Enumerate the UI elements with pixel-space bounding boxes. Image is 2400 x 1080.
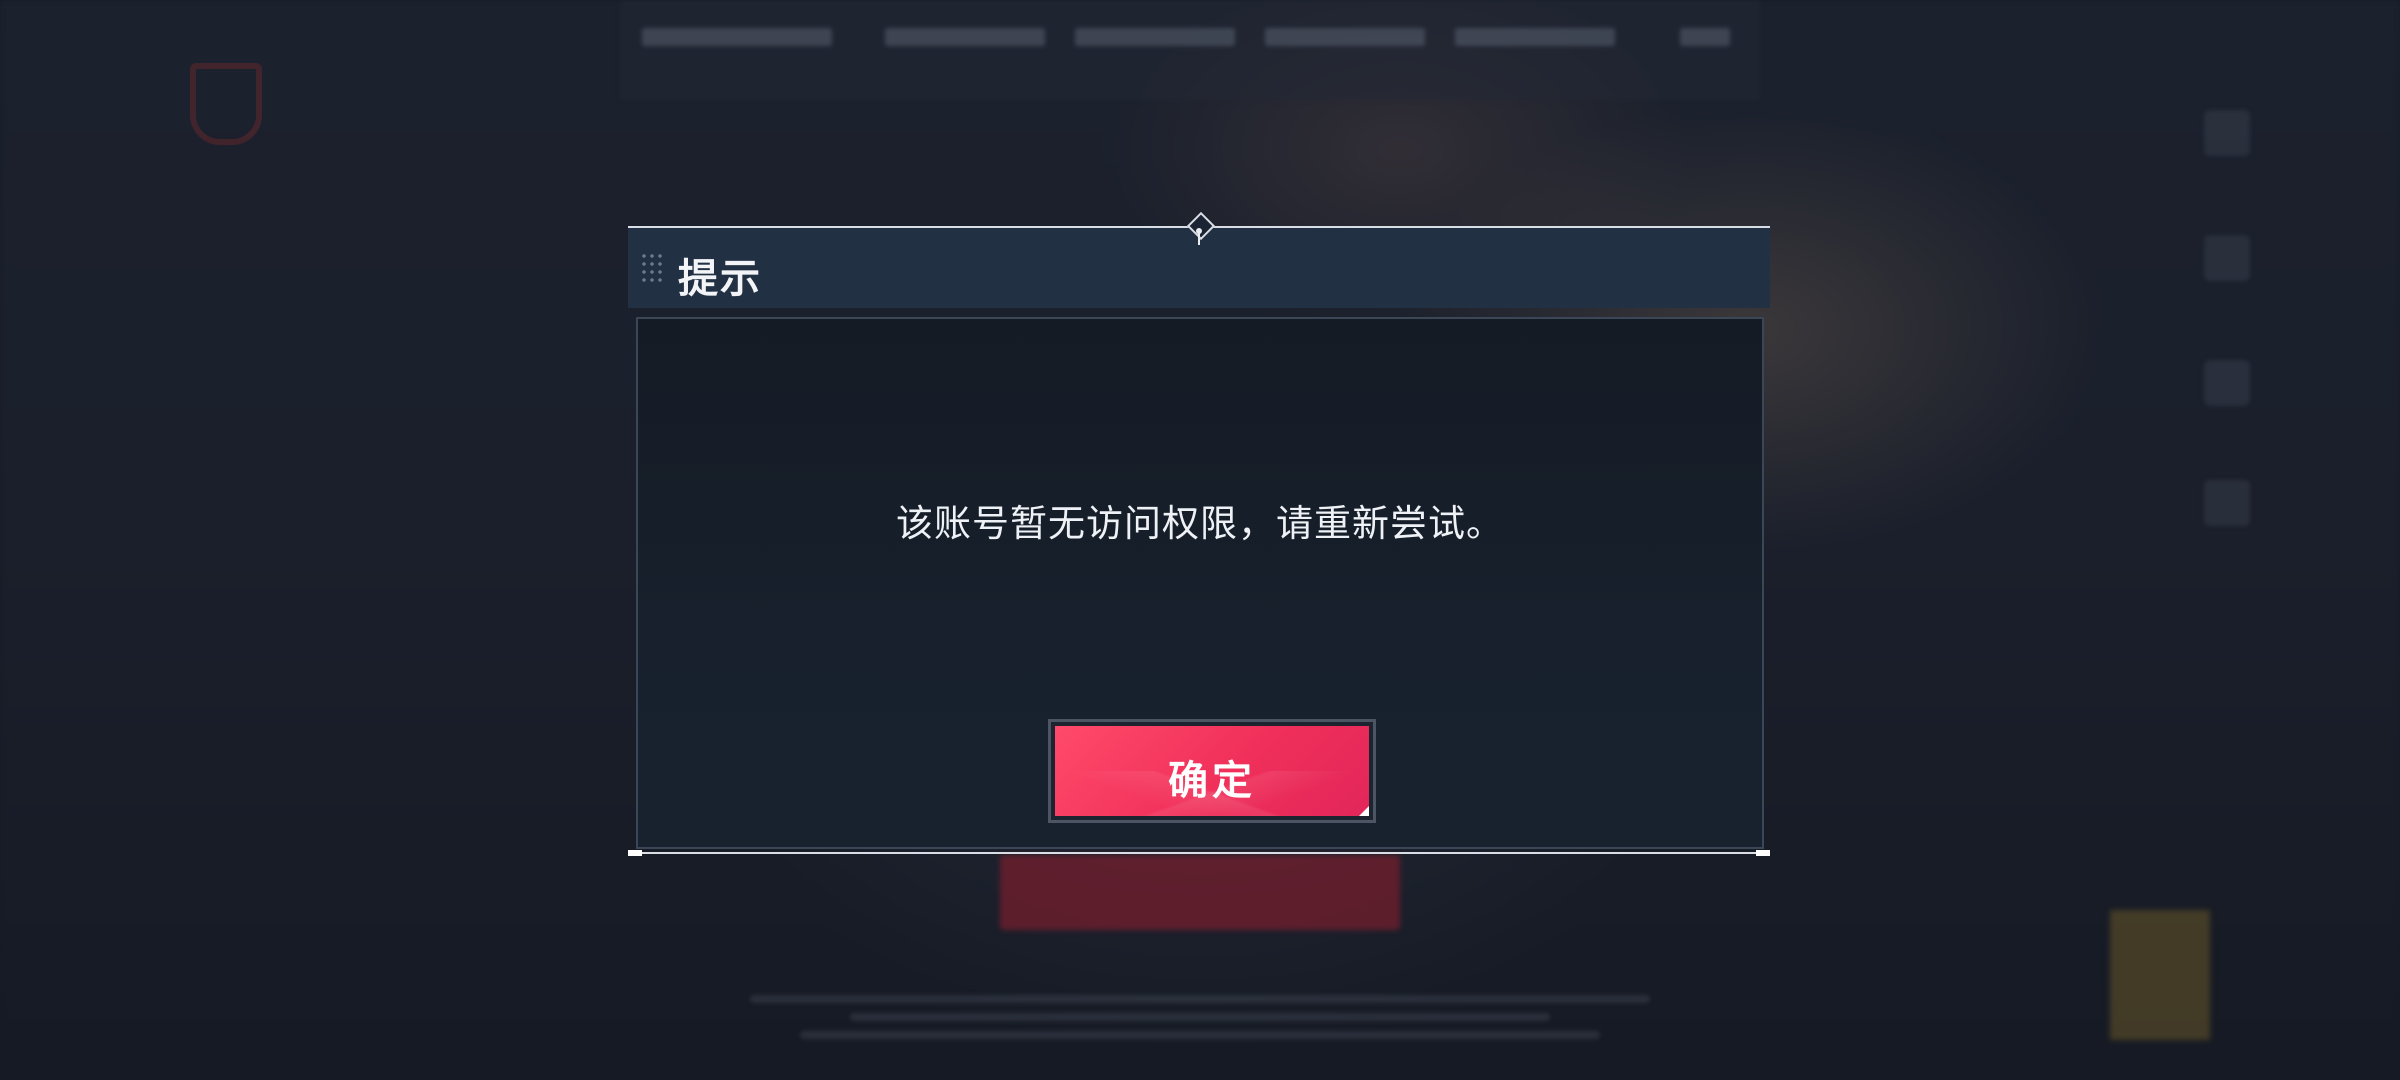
background-game-logo <box>180 55 500 145</box>
confirm-button-label: 确定 <box>1168 758 1256 804</box>
drag-grip-icon <box>640 252 666 284</box>
dialog-message: 该账号暂无访问权限，请重新尝试。 <box>896 502 1504 545</box>
confirm-button-frame: 确定 <box>1048 719 1376 823</box>
logo-shield-icon <box>190 63 262 145</box>
dialog-corner-right <box>1756 850 1770 856</box>
background-footer-text <box>700 985 1700 1045</box>
dialog-title: 提示 <box>678 256 762 302</box>
background-start-button <box>1000 855 1400 930</box>
game-screen: 提示 该账号暂无访问权限，请重新尝试。 确定 <box>0 0 2400 1080</box>
pin-ornament-icon <box>1195 228 1203 248</box>
background-badge <box>2110 910 2210 1040</box>
button-corner-accent <box>1359 806 1369 816</box>
dialog-bottom-border <box>628 852 1770 854</box>
dialog-body: 该账号暂无访问权限，请重新尝试。 确定 <box>636 317 1764 849</box>
background-top-nav <box>620 0 1760 100</box>
alert-dialog: 提示 该账号暂无访问权限，请重新尝试。 确定 <box>628 211 1770 856</box>
dialog-corner-left <box>628 850 642 856</box>
confirm-button[interactable]: 确定 <box>1055 726 1369 816</box>
